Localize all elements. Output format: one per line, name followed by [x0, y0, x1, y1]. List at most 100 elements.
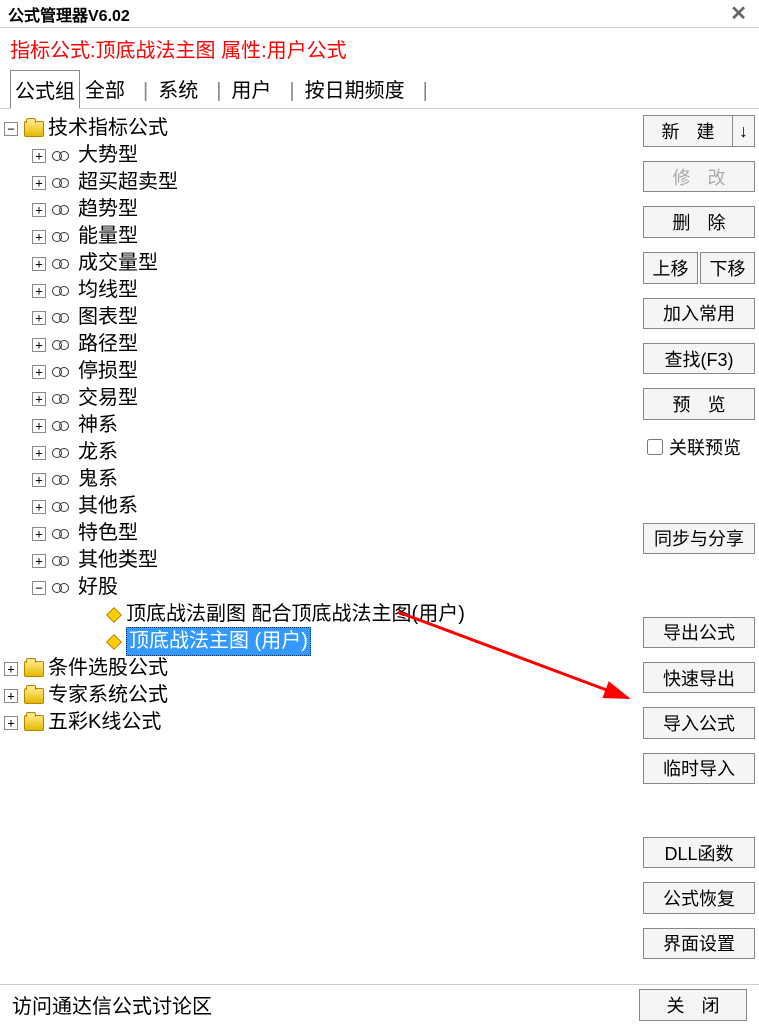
expander-icon[interactable]: +	[32, 203, 46, 217]
folder-icon	[24, 688, 44, 704]
subtype-icon	[52, 175, 74, 191]
expander-icon[interactable]: +	[32, 473, 46, 487]
import-button[interactable]: 导入公式	[643, 707, 755, 738]
tree-label: 其他类型	[78, 547, 158, 574]
linkpreview-checkbox[interactable]: 关联预览	[643, 434, 755, 460]
forum-link[interactable]: 访问通达信公式讨论区	[12, 990, 212, 1019]
subtype-icon	[52, 283, 74, 299]
tree-subtype[interactable]: + 鬼系	[4, 466, 635, 493]
delete-button[interactable]: 删 除	[643, 206, 755, 237]
tree-label: 专家系统公式	[48, 682, 168, 709]
tree-label: 神系	[78, 412, 118, 439]
tab-all[interactable]: 全部|	[80, 69, 153, 108]
folder-icon	[24, 121, 44, 137]
expander-icon[interactable]: +	[32, 311, 46, 325]
tab-group[interactable]: 公式组	[10, 70, 80, 109]
tab-system[interactable]: 系统|	[153, 69, 226, 108]
expander-icon[interactable]: −	[32, 581, 46, 595]
moveup-button[interactable]: 上移	[643, 252, 698, 284]
expander-icon[interactable]: +	[32, 284, 46, 298]
expander-icon[interactable]: +	[32, 149, 46, 163]
tree-subtype[interactable]: + 其他系	[4, 493, 635, 520]
subtype-icon	[52, 472, 74, 488]
tree-subtype[interactable]: +特色型	[4, 520, 635, 547]
tree-subtype[interactable]: + 其他类型	[4, 547, 635, 574]
movedown-button[interactable]: 下移	[700, 252, 755, 284]
tree-label: 路径型	[78, 331, 138, 358]
tree-leaf[interactable]: 顶底战法副图 配合顶底战法主图(用户)	[4, 601, 635, 628]
tempimport-button[interactable]: 临时导入	[643, 753, 755, 784]
tree-root-expert[interactable]: + 专家系统公式	[4, 682, 635, 709]
tree-label: 技术指标公式	[48, 115, 168, 142]
expander-icon[interactable]: +	[32, 176, 46, 190]
expander-icon[interactable]: −	[4, 122, 18, 136]
expander-icon[interactable]: +	[4, 662, 18, 676]
expander-icon[interactable]: +	[4, 689, 18, 703]
tree-subtype[interactable]: − 好股	[4, 574, 635, 601]
linkpreview-input[interactable]	[647, 439, 663, 455]
tree-leaf-selected[interactable]: 顶底战法主图 (用户)	[4, 628, 635, 655]
tree-subtype[interactable]: + 大势型	[4, 142, 635, 169]
dll-button[interactable]: DLL函数	[643, 837, 755, 868]
tree-label: 能量型	[78, 223, 138, 250]
uisetting-button[interactable]: 界面设置	[643, 928, 755, 959]
tree-label: 均线型	[78, 277, 138, 304]
tree-label: 其他系	[78, 493, 138, 520]
tree-subtype[interactable]: +超买超卖型	[4, 169, 635, 196]
subtype-icon	[52, 256, 74, 272]
expander-icon[interactable]: +	[32, 338, 46, 352]
tree-subtype[interactable]: +龙系	[4, 439, 635, 466]
preview-button[interactable]: 预 览	[643, 388, 755, 419]
tree-subtype[interactable]: + 神系	[4, 412, 635, 439]
tree-root-color[interactable]: +五彩K线公式	[4, 709, 635, 736]
tree-subtype[interactable]: + 均线型	[4, 277, 635, 304]
tree-subtype[interactable]: + 路径型	[4, 331, 635, 358]
new-dropdown-button[interactable]: ↓	[733, 115, 755, 147]
sync-button[interactable]: 同步与分享	[643, 523, 755, 554]
find-button[interactable]: 查找(F3)	[643, 343, 755, 374]
new-button[interactable]: 新 建	[643, 115, 733, 147]
expander-icon[interactable]: +	[32, 392, 46, 406]
tree-root-cond[interactable]: +条件选股公式	[4, 655, 635, 682]
quickexport-button[interactable]: 快速导出	[643, 662, 755, 693]
export-button[interactable]: 导出公式	[643, 617, 755, 648]
restore-button[interactable]: 公式恢复	[643, 882, 755, 913]
tree-label: 鬼系	[78, 466, 118, 493]
tree-subtype[interactable]: +成交量型	[4, 250, 635, 277]
expander-icon[interactable]: +	[32, 446, 46, 460]
footer: 访问通达信公式讨论区 关 闭	[0, 984, 759, 1024]
tree-subtype[interactable]: +交易型	[4, 385, 635, 412]
expander-icon[interactable]: +	[32, 527, 46, 541]
expander-icon[interactable]: +	[32, 365, 46, 379]
close-icon[interactable]: ✕	[726, 1, 751, 26]
tree-label: 顶底战法副图 配合顶底战法主图(用户)	[126, 601, 465, 628]
modify-button[interactable]: 修 改	[643, 161, 755, 192]
subtype-icon	[52, 202, 74, 218]
expander-icon[interactable]: +	[32, 257, 46, 271]
subtype-icon	[52, 526, 74, 542]
tree-label: 图表型	[78, 304, 138, 331]
folder-icon	[24, 661, 44, 677]
tab-user[interactable]: 用户|	[226, 69, 299, 108]
expander-icon[interactable]: +	[32, 500, 46, 514]
tree-root-tech[interactable]: − 技术指标公式	[4, 115, 635, 142]
expander-icon[interactable]: +	[32, 419, 46, 433]
subtype-icon	[52, 499, 74, 515]
expander-icon[interactable]: +	[4, 716, 18, 730]
side-panel: 新 建 ↓ 修 改 删 除 上移 下移 加入常用 查找(F3) 预 览 关联预览…	[639, 109, 759, 979]
tree-label: 好股	[78, 574, 118, 601]
tree-label: 大势型	[78, 142, 138, 169]
formula-icon	[106, 634, 122, 650]
tree-subtype[interactable]: +停损型	[4, 358, 635, 385]
expander-icon[interactable]: +	[32, 230, 46, 244]
tree-subtype[interactable]: + 能量型	[4, 223, 635, 250]
subtype-icon	[52, 580, 74, 596]
addcommon-button[interactable]: 加入常用	[643, 298, 755, 329]
tree-subtype[interactable]: +趋势型	[4, 196, 635, 223]
expander-icon[interactable]: +	[32, 554, 46, 568]
subtype-icon	[52, 418, 74, 434]
tab-datefreq[interactable]: 按日期频度|	[300, 69, 433, 108]
close-button[interactable]: 关 闭	[639, 989, 747, 1021]
titlebar: 公式管理器V6.02 ✕	[0, 0, 759, 28]
tree-subtype[interactable]: + 图表型	[4, 304, 635, 331]
